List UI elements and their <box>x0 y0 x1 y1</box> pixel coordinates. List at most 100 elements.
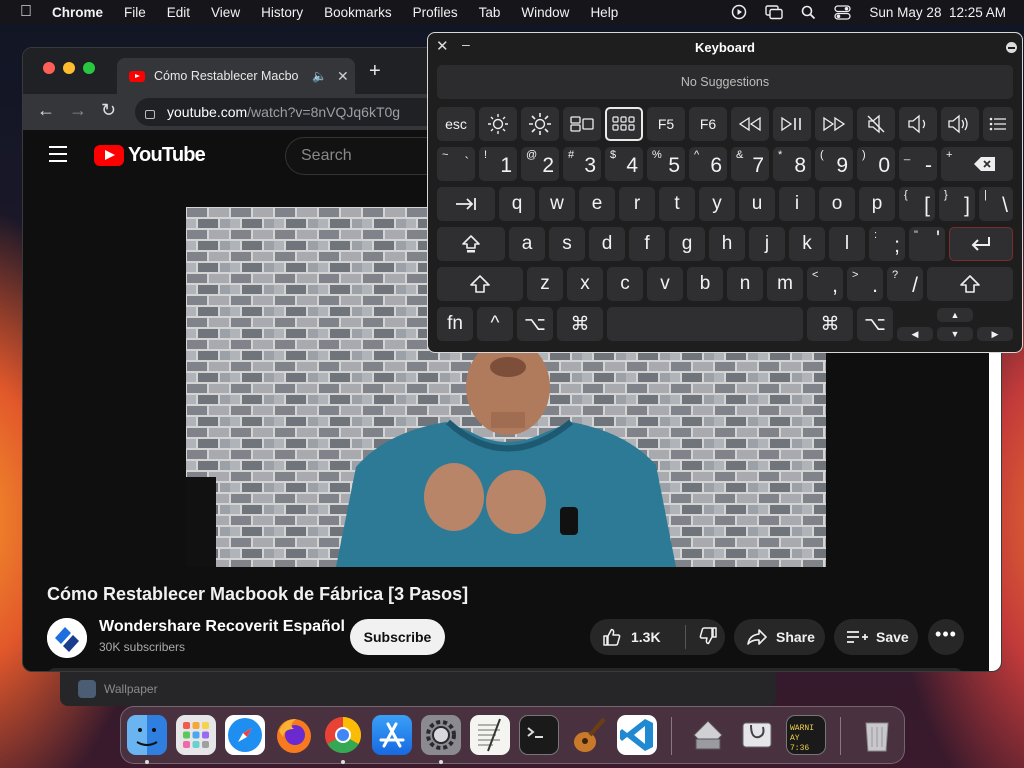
key-r[interactable]: r <box>619 187 655 221</box>
share-button[interactable]: Share <box>734 619 825 655</box>
fn-key[interactable]: fn <box>437 307 473 341</box>
apple-icon[interactable]:  <box>0 3 52 21</box>
volume-down-key[interactable] <box>899 107 937 141</box>
dislike-button[interactable] <box>686 626 718 649</box>
key-h[interactable]: h <box>709 227 745 261</box>
youtube-logo[interactable]: YouTube <box>94 144 206 167</box>
key-l[interactable]: l <box>829 227 865 261</box>
key-a[interactable]: a <box>509 227 545 261</box>
key-3[interactable]: #3 <box>563 147 601 181</box>
menu-bookmarks[interactable]: Bookmarks <box>324 5 392 20</box>
menu-window[interactable]: Window <box>521 5 569 20</box>
key-y[interactable]: y <box>699 187 735 221</box>
key-backtick[interactable]: ~ ` <box>437 147 475 181</box>
forward-arrow-icon[interactable]: → <box>69 100 87 121</box>
tab-close-icon[interactable]: ✕ <box>337 68 349 85</box>
key-x[interactable]: x <box>567 267 603 301</box>
channel-avatar[interactable] <box>47 618 87 658</box>
key-w[interactable]: w <box>539 187 575 221</box>
key-f[interactable]: f <box>629 227 665 261</box>
background-window[interactable]: Wallpaper <box>60 672 776 706</box>
back-arrow-icon[interactable]: ← <box>37 100 55 121</box>
right-option-key[interactable]: ⌥ <box>857 307 893 341</box>
play-pause-key[interactable] <box>773 107 811 141</box>
key-t[interactable]: t <box>659 187 695 221</box>
mute-key[interactable] <box>857 107 895 141</box>
menu-file[interactable]: File <box>124 5 146 20</box>
key-o[interactable]: o <box>819 187 855 221</box>
menu-clock[interactable]: Sun May 28 12:25 AM <box>869 5 1006 20</box>
key-j[interactable]: j <box>749 227 785 261</box>
safari-icon[interactable] <box>225 715 265 755</box>
control-center-icon[interactable] <box>834 4 852 20</box>
vscode-icon[interactable] <box>617 715 657 755</box>
save-button[interactable]: Save <box>834 619 918 655</box>
key-8[interactable]: * 8 <box>773 147 811 181</box>
channel-name[interactable]: Wondershare Recoverit Español <box>99 618 345 636</box>
key-z[interactable]: z <box>527 267 563 301</box>
tab-key[interactable] <box>437 187 495 221</box>
key-9[interactable]: (9 <box>815 147 853 181</box>
key-e[interactable]: e <box>579 187 615 221</box>
play-circle-icon[interactable] <box>731 4 747 20</box>
arrow-right-key[interactable]: ▶ <box>977 327 1013 341</box>
key-backslash[interactable]: | \ <box>979 187 1013 221</box>
key-n[interactable]: n <box>727 267 763 301</box>
zoom-window-button[interactable] <box>83 62 95 74</box>
screen-mirroring-icon[interactable] <box>765 4 784 20</box>
key-q[interactable]: q <box>499 187 535 221</box>
right-shift-key[interactable] <box>927 267 1013 301</box>
volume-up-key[interactable] <box>941 107 979 141</box>
rewind-key[interactable] <box>731 107 769 141</box>
key-2[interactable]: @2 <box>521 147 559 181</box>
app-store-icon[interactable] <box>372 715 412 755</box>
close-window-button[interactable] <box>43 62 55 74</box>
keyboard-options-icon[interactable] <box>1006 42 1017 53</box>
lock-icon[interactable] <box>145 109 155 119</box>
page-scrollbar[interactable] <box>989 348 1001 671</box>
delete-key[interactable] <box>957 147 1013 181</box>
left-option-key[interactable]: ⌥ <box>517 307 553 341</box>
description-box[interactable] <box>47 668 963 671</box>
key-7[interactable]: & 7 <box>731 147 769 181</box>
key-slash[interactable]: ? / <box>887 267 923 301</box>
left-command-key[interactable]: ⌘ <box>557 307 603 341</box>
mission-control-key[interactable] <box>563 107 601 141</box>
menu-tab[interactable]: Tab <box>479 5 501 20</box>
keyboard-titlebar[interactable]: ✕ – Keyboard <box>428 33 1022 61</box>
key-k[interactable]: k <box>789 227 825 261</box>
trash-icon[interactable] <box>857 715 897 755</box>
menu-app-name[interactable]: Chrome <box>52 5 103 20</box>
key-i[interactable]: i <box>779 187 815 221</box>
key-d[interactable]: d <box>589 227 625 261</box>
disk-utility-icon[interactable] <box>688 715 728 755</box>
disk-utility-2-icon[interactable] <box>737 715 777 755</box>
menu-help[interactable]: Help <box>590 5 618 20</box>
key-minus[interactable]: _ - <box>899 147 937 181</box>
subscribe-button[interactable]: Subscribe <box>350 619 445 655</box>
arrow-down-key[interactable]: ▼ <box>937 327 973 341</box>
key-1[interactable]: ! 1 <box>479 147 517 181</box>
menu-history[interactable]: History <box>261 5 303 20</box>
browser-tab[interactable]: Cómo Restablecer Macbo 🔈 ✕ <box>117 58 355 94</box>
minimize-window-button[interactable] <box>63 62 75 74</box>
textedit-icon[interactable] <box>470 715 510 755</box>
key-p[interactable]: p <box>859 187 895 221</box>
left-shift-key[interactable] <box>437 267 523 301</box>
key-u[interactable]: u <box>739 187 775 221</box>
console-icon[interactable]: WARNI AY 7:36 <box>786 715 826 755</box>
terminal-icon[interactable] <box>519 715 559 755</box>
tab-audio-icon[interactable]: 🔈 <box>312 69 327 83</box>
garageband-icon[interactable] <box>568 715 608 755</box>
key-0[interactable]: ) 0 <box>857 147 895 181</box>
key-c[interactable]: c <box>607 267 643 301</box>
return-key[interactable] <box>949 227 1013 261</box>
hamburger-menu-icon[interactable] <box>49 146 67 167</box>
key-4[interactable]: $4 <box>605 147 643 181</box>
right-command-key[interactable]: ⌘ <box>807 307 853 341</box>
f6-key[interactable]: F6 <box>689 107 727 141</box>
launchpad-key[interactable] <box>605 107 643 141</box>
key-v[interactable]: v <box>647 267 683 301</box>
esc-key[interactable]: esc <box>437 107 475 141</box>
system-settings-icon[interactable] <box>421 715 461 755</box>
